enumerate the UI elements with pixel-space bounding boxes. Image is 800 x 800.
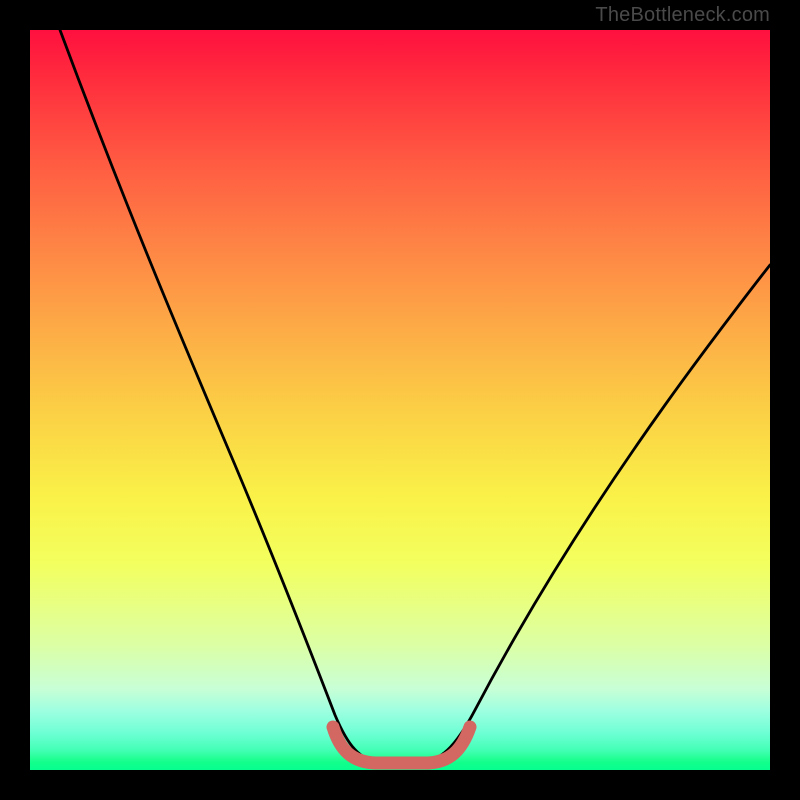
plot-area bbox=[30, 30, 770, 770]
attribution-text: TheBottleneck.com bbox=[595, 4, 770, 27]
chart-stage: TheBottleneck.com #000000 #ff103f #06ff9… bbox=[0, 0, 800, 800]
curve-layer bbox=[30, 30, 770, 770]
bottleneck-curve bbox=[60, 30, 770, 763]
trough-marker bbox=[333, 727, 470, 763]
